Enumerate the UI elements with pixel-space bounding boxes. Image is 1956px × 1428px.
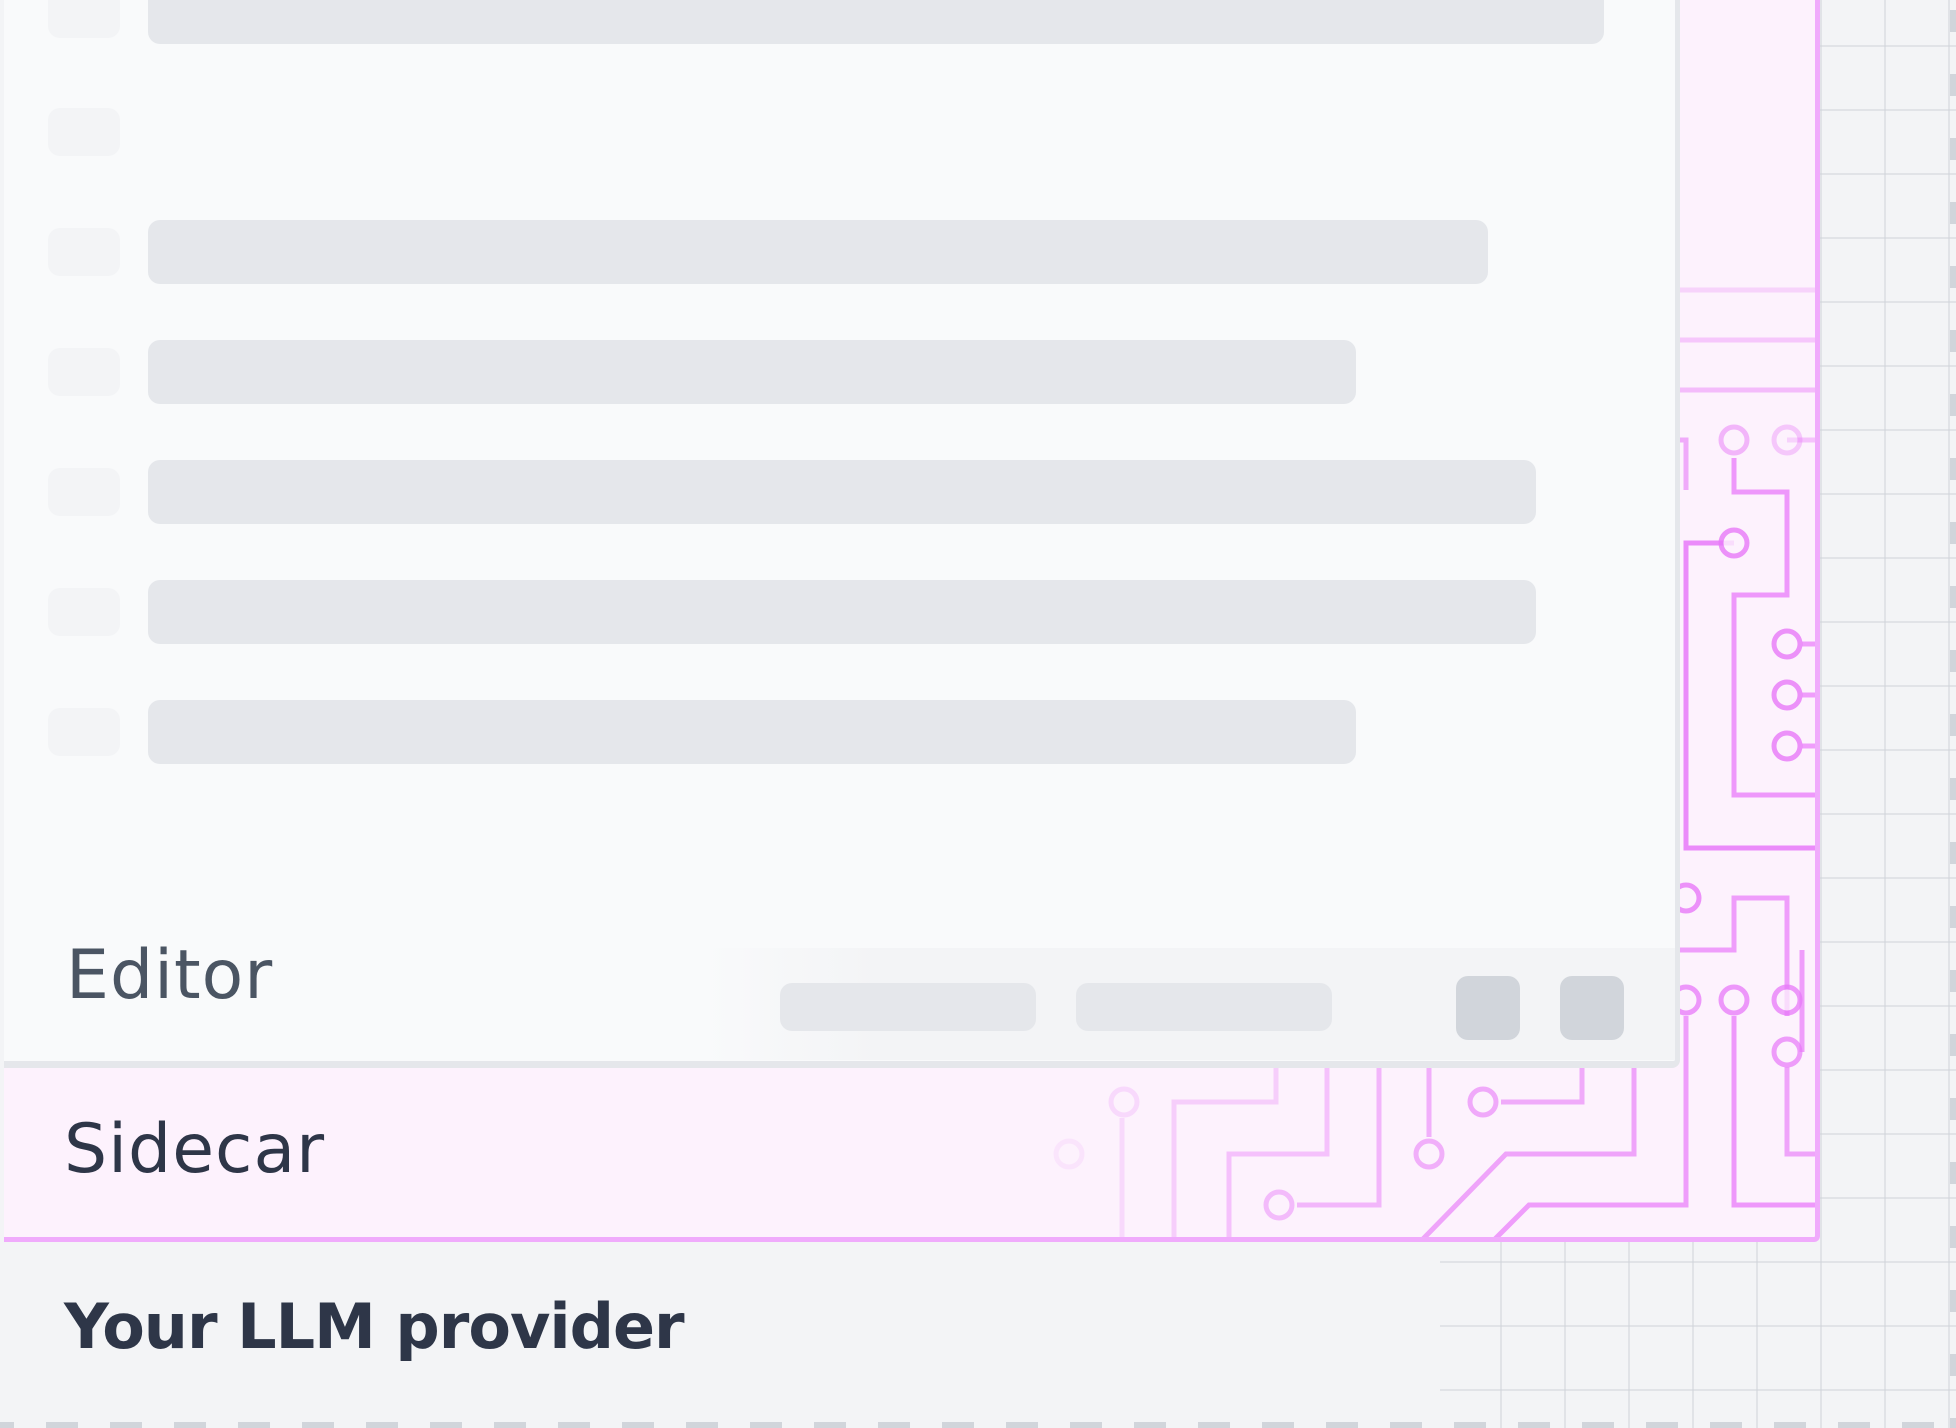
code-line	[148, 220, 1488, 284]
llm-provider-label: Your LLM provider	[64, 1290, 685, 1363]
line-gutter	[48, 708, 120, 756]
editor-window: Editor	[4, 0, 1680, 1068]
line-gutter	[48, 468, 120, 516]
line-gutter	[48, 228, 120, 276]
editor-status-bar	[704, 948, 1675, 1060]
code-line	[148, 460, 1536, 524]
status-pill	[1076, 983, 1332, 1031]
code-line	[148, 580, 1536, 644]
line-gutter	[48, 108, 120, 156]
line-gutter	[48, 348, 120, 396]
code-line	[148, 340, 1356, 404]
window-control-icon[interactable]	[1456, 976, 1520, 1040]
sidecar-label: Sidecar	[64, 1110, 326, 1189]
line-gutter	[48, 0, 120, 38]
dashed-border-bottom	[0, 1422, 1956, 1428]
dashed-border-right	[1950, 0, 1956, 1428]
editor-label: Editor	[66, 936, 274, 1015]
code-line	[148, 0, 1604, 44]
code-line	[148, 700, 1356, 764]
status-pill	[780, 983, 1036, 1031]
window-control-icon[interactable]	[1560, 976, 1624, 1040]
line-gutter	[48, 588, 120, 636]
